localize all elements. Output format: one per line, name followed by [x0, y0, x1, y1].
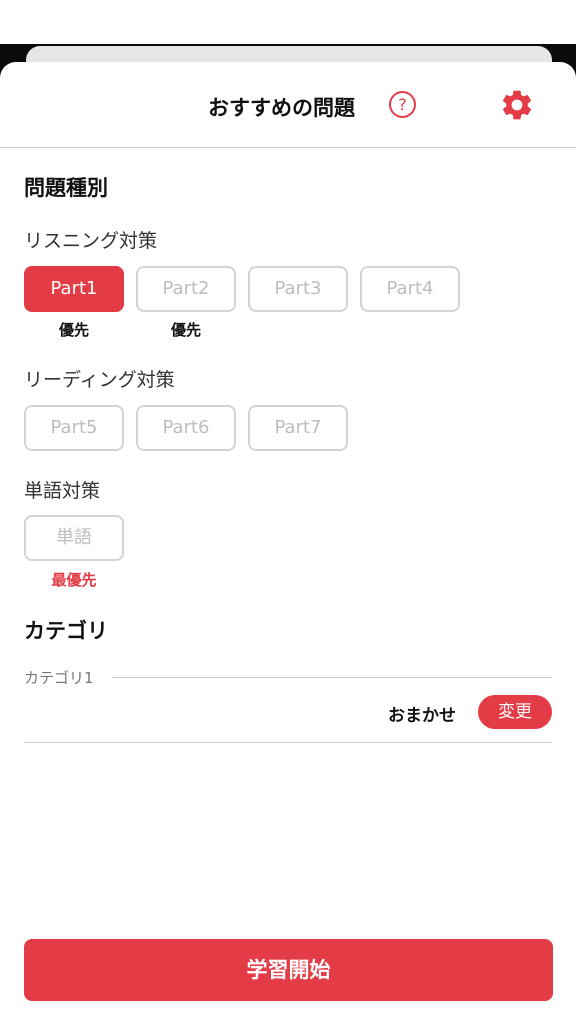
part3-chip[interactable]: Part3: [248, 266, 348, 312]
listening-label: リスニング対策: [24, 230, 158, 252]
part6-chip[interactable]: Part6: [136, 405, 236, 451]
part5-chip[interactable]: Part5: [24, 405, 124, 451]
vocab-priority-note: 最優先: [51, 571, 97, 589]
reading-label: リーディング対策: [24, 369, 175, 391]
category-bottom-divider: [24, 742, 552, 743]
start-study-button[interactable]: 学習開始: [24, 939, 553, 1001]
vocab-chip[interactable]: 単語: [24, 515, 124, 561]
category-divider: [112, 677, 552, 678]
part2-priority-note: 優先: [170, 321, 201, 339]
sheet-header: おすすめの問題 ?: [0, 62, 576, 148]
part7-chip[interactable]: Part7: [248, 405, 348, 451]
vocab-label: 単語対策: [24, 480, 101, 502]
category-item-label: カテゴリ1: [24, 669, 94, 687]
part1-chip[interactable]: Part1: [24, 266, 124, 312]
part1-priority-note: 優先: [58, 321, 89, 339]
question-type-title: 問題種別: [24, 176, 108, 200]
gear-icon[interactable]: [499, 87, 535, 123]
part4-chip[interactable]: Part4: [360, 266, 460, 312]
category-title: カテゴリ: [24, 619, 108, 643]
part2-chip[interactable]: Part2: [136, 266, 236, 312]
help-icon[interactable]: ?: [389, 91, 416, 118]
category-value: おまかせ: [388, 706, 456, 726]
bottom-sheet: おすすめの問題 ? 問題種別 リスニング対策 Part1 Part2 Part3…: [0, 62, 576, 1024]
change-category-button[interactable]: 変更: [478, 695, 552, 729]
page-title: おすすめの問題: [208, 96, 355, 120]
